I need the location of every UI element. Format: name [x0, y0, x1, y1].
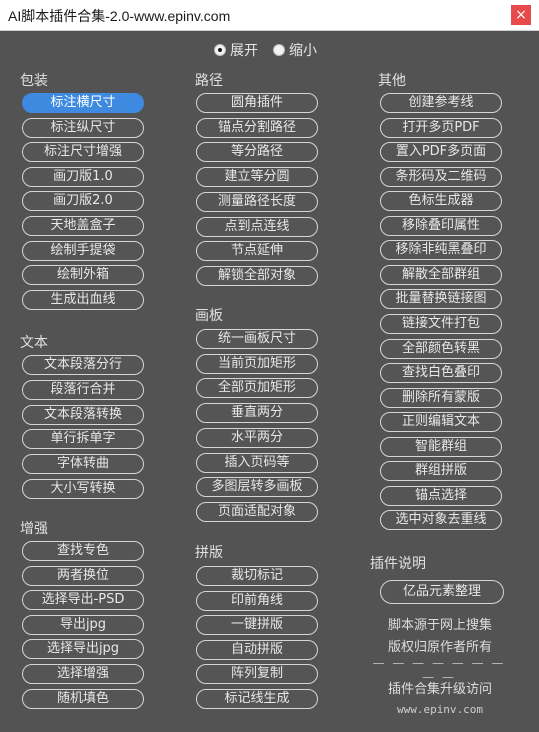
- text-button-2[interactable]: 段落行合并: [22, 380, 144, 400]
- packaging-button-7[interactable]: 绘制手提袋: [22, 241, 144, 261]
- upgrade-note: 插件合集升级访问: [387, 682, 492, 697]
- imposition-button-6[interactable]: 标记线生成: [196, 689, 318, 709]
- other-button-5[interactable]: 色标生成器: [380, 191, 502, 211]
- radio-collapse-dot[interactable]: [273, 44, 285, 56]
- other-button-8[interactable]: 解散全部群组: [380, 265, 502, 285]
- window-title: AI脚本插件合集-2.0-www.epinv.com: [8, 8, 231, 24]
- site-url[interactable]: www.epinv.com: [370, 703, 510, 716]
- path-button-3[interactable]: 等分路径: [196, 142, 318, 162]
- text-button-4[interactable]: 单行拆单字: [22, 429, 144, 449]
- packaging-button-6[interactable]: 天地盖盒子: [22, 216, 144, 236]
- other-button-4[interactable]: 条形码及二维码: [380, 167, 502, 187]
- imposition-button-5[interactable]: 阵列复制: [196, 664, 318, 684]
- about-source-note: 脚本源于网上搜集: [387, 618, 492, 633]
- other-button-14[interactable]: 正则编辑文本: [380, 412, 502, 432]
- path-button-5[interactable]: 测量路径长度: [196, 192, 318, 212]
- artboard-button-5[interactable]: 水平两分: [196, 428, 318, 448]
- section-label-about: 插件说明: [370, 556, 426, 572]
- artboard-button-4[interactable]: 垂直两分: [196, 403, 318, 423]
- other-button-12[interactable]: 查找白色叠印: [380, 363, 502, 383]
- artboard-button-8[interactable]: 页面适配对象: [196, 502, 318, 522]
- path-button-1[interactable]: 圆角插件: [196, 93, 318, 113]
- enhance-button-2[interactable]: 两者换位: [22, 566, 144, 586]
- radio-expand-dot[interactable]: [214, 44, 226, 56]
- imposition-button-2[interactable]: 印前角线: [196, 591, 318, 611]
- section-label-other: 其他: [378, 73, 406, 89]
- text-button-5[interactable]: 字体转曲: [22, 454, 144, 474]
- other-button-2[interactable]: 打开多页PDF: [380, 118, 502, 138]
- other-button-7[interactable]: 移除非纯黑叠印: [380, 240, 502, 260]
- enhance-button-4[interactable]: 导出jpg: [22, 615, 144, 635]
- radio-expand[interactable]: 展开: [214, 40, 258, 60]
- artboard-button-7[interactable]: 多图层转多画板: [196, 477, 318, 497]
- section-label-artboard: 画板: [195, 308, 223, 324]
- packaging-button-1[interactable]: 标注横尺寸: [22, 93, 144, 113]
- other-button-11[interactable]: 全部颜色转黑: [380, 339, 502, 359]
- epinv-collection-button[interactable]: 亿品元素整理: [380, 580, 504, 604]
- other-button-10[interactable]: 链接文件打包: [380, 314, 502, 334]
- artboard-button-6[interactable]: 插入页码等: [196, 453, 318, 473]
- packaging-button-9[interactable]: 生成出血线: [22, 290, 144, 310]
- about-copyright-note: 版权归原作者所有: [387, 640, 492, 655]
- other-button-17[interactable]: 锚点选择: [380, 486, 502, 506]
- imposition-button-3[interactable]: 一键拼版: [196, 615, 318, 635]
- section-label-imposition: 拼版: [195, 545, 223, 561]
- section-label-packaging: 包装: [20, 73, 48, 89]
- text-button-3[interactable]: 文本段落转换: [22, 405, 144, 425]
- packaging-button-4[interactable]: 画刀版1.0: [22, 167, 144, 187]
- enhance-button-6[interactable]: 选择增强: [22, 664, 144, 684]
- text-button-1[interactable]: 文本段落分行: [22, 355, 144, 375]
- mode-toggle: 展开 缩小: [0, 40, 539, 60]
- path-button-8[interactable]: 解锁全部对象: [196, 266, 318, 286]
- section-label-path: 路径: [195, 73, 223, 89]
- enhance-button-7[interactable]: 随机填色: [22, 689, 144, 709]
- section-label-text: 文本: [20, 335, 48, 351]
- imposition-button-1[interactable]: 裁切标记: [196, 566, 318, 586]
- text-button-6[interactable]: 大小写转换: [22, 479, 144, 499]
- packaging-button-8[interactable]: 绘制外箱: [22, 265, 144, 285]
- path-button-6[interactable]: 点到点连线: [196, 217, 318, 237]
- path-button-4[interactable]: 建立等分圆: [196, 167, 318, 187]
- enhance-button-5[interactable]: 选择导出jpg: [22, 639, 144, 659]
- enhance-button-3[interactable]: 选择导出-PSD: [22, 590, 144, 610]
- close-icon[interactable]: ×: [511, 5, 531, 25]
- other-button-18[interactable]: 选中对象去重线: [380, 510, 502, 530]
- artboard-button-1[interactable]: 统一画板尺寸: [196, 329, 318, 349]
- other-button-6[interactable]: 移除叠印属性: [380, 216, 502, 236]
- other-button-1[interactable]: 创建参考线: [380, 93, 502, 113]
- path-button-7[interactable]: 节点延伸: [196, 241, 318, 261]
- section-label-enhance: 增强: [20, 521, 48, 537]
- other-button-9[interactable]: 批量替换链接图: [380, 289, 502, 309]
- radio-collapse[interactable]: 缩小: [273, 40, 317, 60]
- other-button-3[interactable]: 置入PDF多页面: [380, 142, 502, 162]
- enhance-button-1[interactable]: 查找专色: [22, 541, 144, 561]
- other-button-16[interactable]: 群组拼版: [380, 461, 502, 481]
- packaging-button-2[interactable]: 标注纵尺寸: [22, 118, 144, 138]
- other-button-13[interactable]: 删除所有蒙版: [380, 388, 502, 408]
- radio-collapse-label: 缩小: [289, 43, 317, 59]
- radio-expand-label: 展开: [230, 43, 258, 59]
- imposition-button-4[interactable]: 自动拼版: [196, 640, 318, 660]
- artboard-button-3[interactable]: 全部页加矩形: [196, 378, 318, 398]
- artboard-button-2[interactable]: 当前页加矩形: [196, 354, 318, 374]
- packaging-button-3[interactable]: 标注尺寸增强: [22, 142, 144, 162]
- path-button-2[interactable]: 锚点分割路径: [196, 118, 318, 138]
- packaging-button-5[interactable]: 画刀版2.0: [22, 191, 144, 211]
- title-bar: AI脚本插件合集-2.0-www.epinv.com ×: [0, 0, 539, 31]
- other-button-15[interactable]: 智能群组: [380, 437, 502, 457]
